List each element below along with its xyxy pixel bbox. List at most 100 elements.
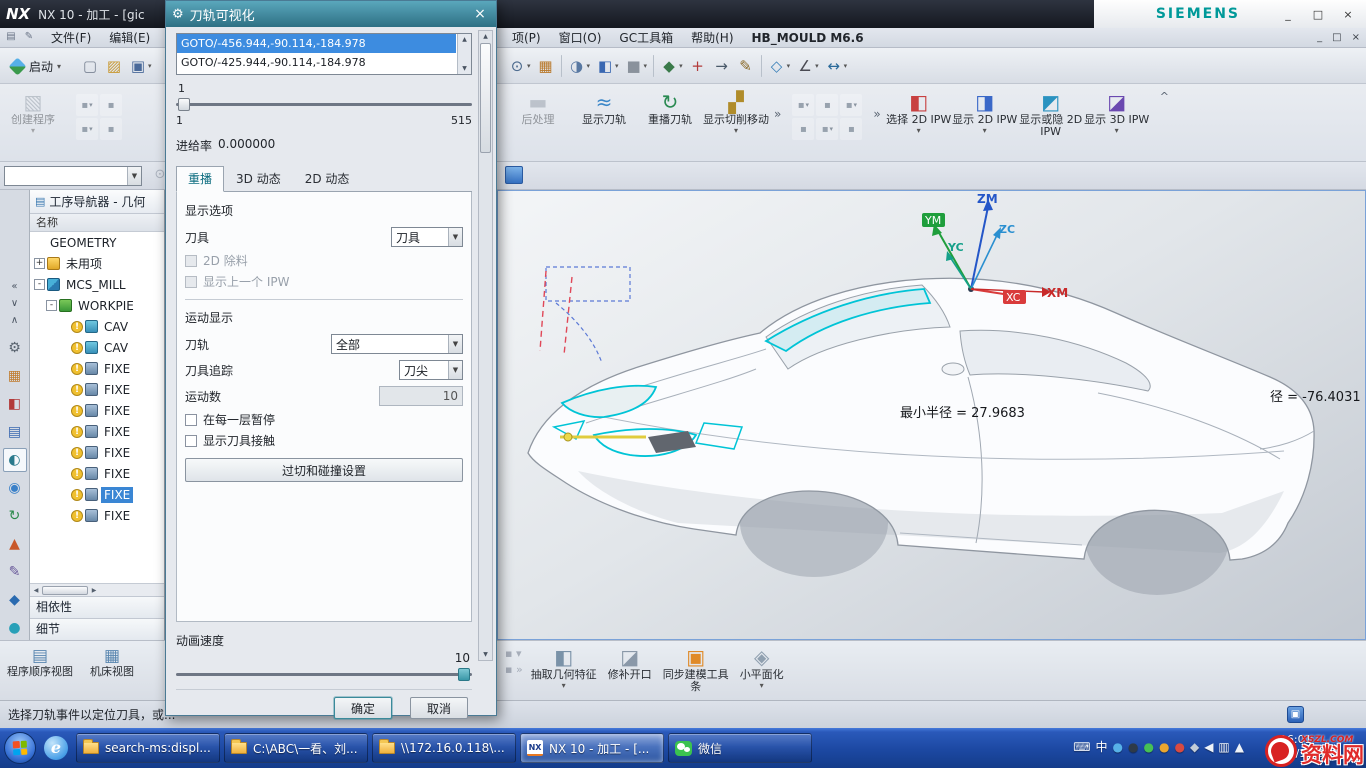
gouge-check-button[interactable]: 过切和碰撞设置 — [185, 458, 463, 482]
modeling-tool-button[interactable]: ◧ 抽取几何特征 ▾ — [531, 643, 597, 695]
ribbon-button[interactable]: ▞ 显示切削移动 ▾ — [703, 88, 769, 137]
tray-app-green-icon[interactable]: ● — [1144, 739, 1154, 755]
manufacturing-wizard-icon[interactable]: ✎ — [3, 560, 27, 584]
tray-app-blue-icon[interactable]: ● — [1113, 739, 1123, 755]
dialog-titlebar[interactable]: ⚙ 刀轨可视化 × — [166, 1, 496, 27]
menu-pin-icon[interactable]: ✎ — [22, 31, 36, 45]
process-studio-icon[interactable]: ▲ — [3, 532, 27, 556]
overflow-icon[interactable]: » — [873, 107, 880, 121]
shaded-display-icon[interactable]: ◑ ▾ — [565, 53, 594, 79]
ribbon-mini-button[interactable]: ▪ ▾ — [76, 118, 98, 140]
save-icon[interactable]: ▣ ▾ — [126, 53, 155, 79]
taskbar-button[interactable]: NX C:\ABC\一看、刘... — [224, 733, 368, 763]
tree-row[interactable]: ! FIXE — [30, 379, 164, 400]
scrollbar-thumb[interactable] — [480, 43, 491, 153]
network-icon[interactable]: ▥ — [1218, 739, 1229, 755]
tree-row[interactable]: ! FIXE — [30, 463, 164, 484]
panel-chevron-icon[interactable]: ∧ — [11, 315, 18, 326]
goto-list[interactable]: ▲ ▼ GOTO/-456.944,-90.114,-184.978 GOTO/… — [176, 33, 472, 75]
keyboard-icon[interactable]: ⌨ — [1073, 739, 1090, 755]
menu-item[interactable]: HB_MOULD M6.6 — [743, 28, 873, 48]
menu-grid-icon[interactable]: ▤ — [4, 31, 18, 45]
tree-row[interactable]: ! FIXE — [30, 505, 164, 526]
graphics-window-icon[interactable] — [505, 166, 523, 184]
toolpath-combobox[interactable]: 全部 ▼ — [331, 334, 463, 354]
slider-handle[interactable] — [178, 98, 190, 111]
machine-tool-navigator-icon[interactable]: ◉ — [3, 476, 27, 500]
checkbox-show-last-ipw[interactable]: 显示上一个 IPW — [185, 271, 463, 292]
menu-item[interactable]: 帮助(H) — [682, 28, 742, 48]
datum-plane-icon[interactable]: ◇ ▾ — [765, 53, 794, 79]
menu-item[interactable]: 窗口(O) — [550, 28, 611, 48]
tray-app-red-icon[interactable]: ● — [1174, 739, 1184, 755]
tree-row[interactable]: - WORKPIE — [30, 295, 164, 316]
reuse-library-icon[interactable]: ◆ — [3, 588, 27, 612]
navigator-pane[interactable]: 相依性 — [30, 596, 164, 618]
checkbox-show-tool-contact[interactable]: 显示刀具接触 — [185, 430, 463, 451]
ok-button[interactable]: 确定 — [334, 697, 392, 719]
constraint-navigator-icon[interactable]: ◧ — [3, 392, 27, 416]
dimension-icon[interactable]: ↔ ▾ — [822, 53, 851, 79]
new-file-icon[interactable]: ▢ ▾ — [78, 53, 102, 79]
part-navigator-icon[interactable]: ▤ — [3, 420, 27, 444]
csys-icon[interactable]: + ▾ — [686, 53, 710, 79]
create-program-button[interactable]: ▧ 创建程序 ▾ — [4, 88, 62, 140]
start-button[interactable] — [4, 732, 36, 764]
ribbon-button[interactable]: ≈ 显示刀轨 ▾ — [571, 88, 637, 137]
3d-model-canvas[interactable]: ZM YM ZC YC XC XM 最小半径 = 27.9683 径 = -76… — [498, 191, 1366, 640]
usb-icon[interactable]: ◆ — [1190, 739, 1199, 755]
tree-row[interactable]: ! CAV — [30, 316, 164, 337]
ribbon-button[interactable]: ▬ 后处理 ▾ — [505, 88, 571, 137]
motion-count-input[interactable] — [379, 386, 463, 406]
volume-icon[interactable]: ◀ — [1204, 739, 1213, 755]
tray-app-orange-icon[interactable]: ● — [1159, 739, 1169, 755]
ribbon-mini-button[interactable]: ▪ ▾ — [792, 118, 814, 140]
taskbar-button[interactable]: NX 微信 — [668, 733, 812, 763]
overflow-icon[interactable]: » — [774, 107, 781, 121]
scroll-up-icon[interactable]: ▲ — [462, 36, 467, 43]
name-column-header[interactable]: 名称 — [30, 214, 164, 232]
ime-icon[interactable]: 中 — [1096, 739, 1108, 755]
move-object-icon[interactable]: → ▾ — [710, 53, 734, 79]
orient-view-icon[interactable]: ◆ ▾ — [657, 53, 686, 79]
tree-row[interactable]: + 未用项 — [30, 253, 164, 274]
restore-button[interactable]: □ — [1310, 8, 1326, 21]
tree-row[interactable]: ! CAV — [30, 337, 164, 358]
scroll-right-icon[interactable]: ▶ — [88, 587, 100, 594]
ribbon-mini-button[interactable]: ▪ ▾ — [100, 94, 122, 116]
ribbon-mini-button[interactable]: ▪ ▾ — [792, 94, 814, 116]
tree-expander[interactable]: - — [46, 300, 57, 311]
toolpath-progress-slider[interactable] — [176, 97, 472, 112]
taskbar-button[interactable]: NX NX 10 - 加工 - [... — [520, 733, 664, 763]
tree-expander[interactable]: + — [34, 258, 45, 269]
menu-item[interactable]: GC工具箱 — [610, 28, 682, 48]
tool-mini-icon[interactable]: ▪ » — [505, 663, 523, 676]
tree-row[interactable]: GEOMETRY — [30, 232, 164, 253]
view-mode-button[interactable]: ▦ 机床视图 — [76, 643, 148, 678]
solid-display-icon[interactable]: ◧ ▾ — [593, 53, 622, 79]
tree-row[interactable]: ! FIXE — [30, 484, 164, 505]
mdi-close-button[interactable]: × — [1352, 32, 1360, 43]
slider-handle[interactable] — [458, 668, 470, 681]
minimize-button[interactable]: _ — [1280, 8, 1296, 21]
ribbon-button[interactable]: ↻ 重播刀轨 ▾ — [637, 88, 703, 137]
menu-item[interactable]: 编辑(E) — [100, 28, 159, 48]
tool-mini-icon[interactable]: ▪ ▾ — [505, 647, 523, 660]
ipw-button[interactable]: ◨ 显示 2D IPW ▾ — [952, 88, 1018, 140]
separator[interactable]: ▾ — [653, 55, 654, 77]
menu-item[interactable]: 项(P) — [503, 28, 550, 48]
start-menu-button[interactable]: 启动 ▾ — [6, 53, 65, 79]
goto-list-scrollbar[interactable]: ▲ ▼ — [457, 34, 471, 74]
assembly-navigator-icon[interactable]: ▦ — [3, 364, 27, 388]
panel-chevron-icon[interactable]: « — [11, 281, 17, 292]
scroll-up-icon[interactable]: ▲ — [483, 33, 488, 40]
scroll-down-icon[interactable]: ▼ — [483, 651, 488, 658]
scrollbar-thumb[interactable] — [42, 586, 88, 595]
tree-row[interactable]: ! FIXE — [30, 442, 164, 463]
history-icon[interactable]: ↻ — [3, 504, 27, 528]
internet-explorer-button[interactable]: e — [41, 733, 71, 763]
ribbon-collapse-button[interactable]: ^ — [1160, 90, 1169, 103]
animation-speed-slider[interactable] — [176, 667, 472, 682]
web-browser-icon[interactable]: ● — [3, 616, 27, 640]
operation-navigator-icon[interactable]: ◐ — [3, 448, 27, 472]
